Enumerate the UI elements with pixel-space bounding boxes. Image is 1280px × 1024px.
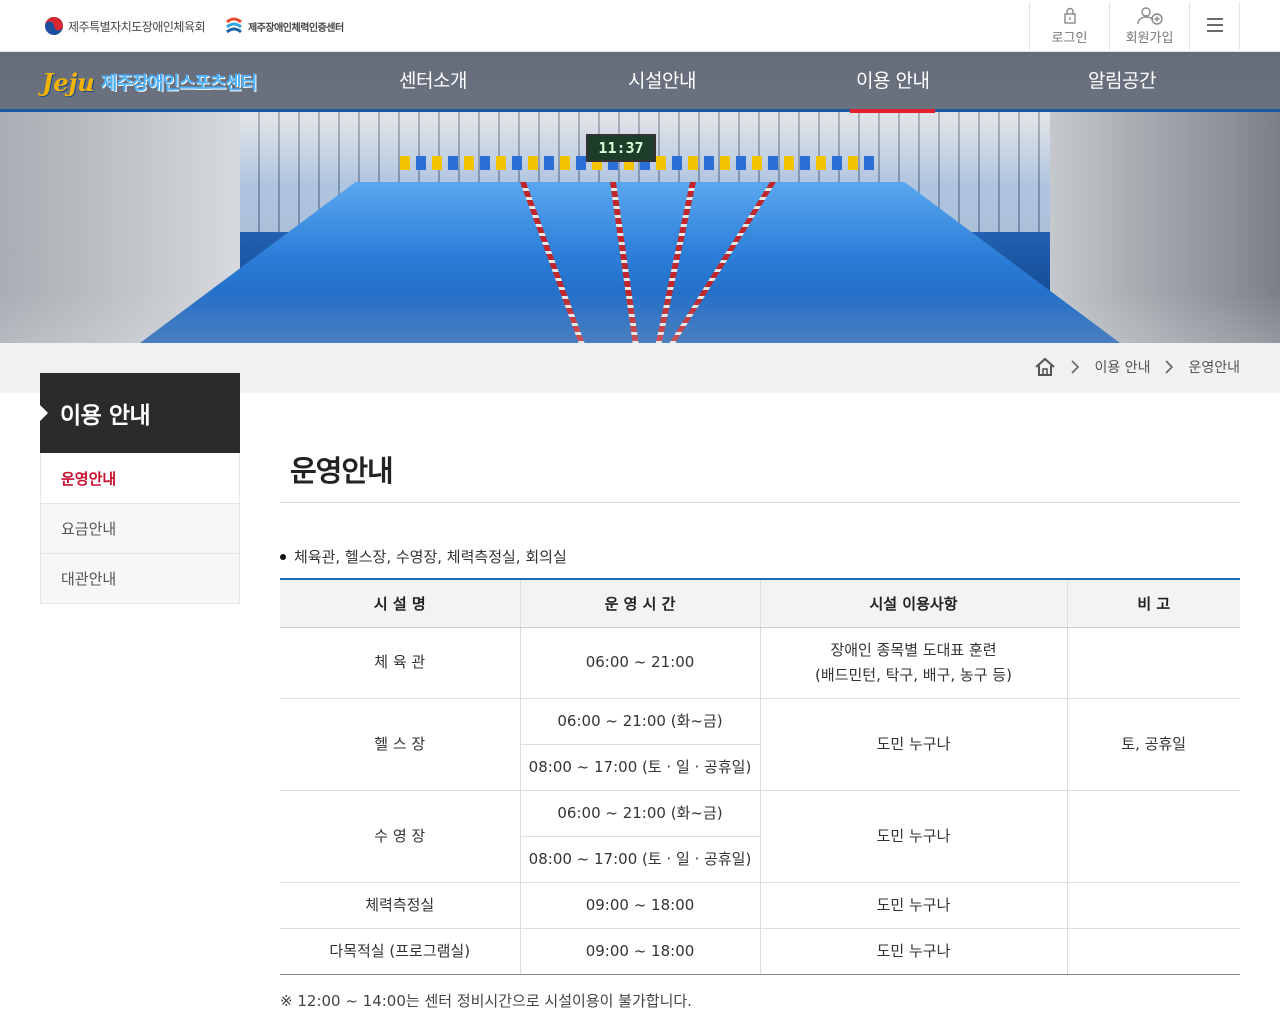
operating-hours: 06:00 ~ 21:00 (화~금) [519, 790, 760, 837]
nav-item-usage-guide[interactable]: 이용 안내 [849, 66, 936, 113]
title-divider [280, 502, 1240, 503]
site-logo[interactable]: Jeju 제주장애인스포츠센터 [42, 64, 258, 100]
org-name: 제주장애인체력인증센터 [248, 22, 344, 34]
maintenance-footnote: ※ 12:00 ~ 14:00는 센터 정비시간으로 시설이용이 불가합니다. [280, 992, 692, 1010]
operating-hours: 08:00 ~ 17:00 (토 · 일 · 공휴일) [519, 836, 760, 883]
table-row: 수 영 장 06:00 ~ 21:00 (화~금) 도민 누구나 [280, 790, 1240, 883]
breadcrumb: 이용 안내 운영안내 [1034, 357, 1240, 377]
usage-info: 장애인 종목별 도대표 훈련 (배드민턴, 탁구, 배구, 농구 등) [759, 627, 1067, 699]
column-header-note: 비 고 [1066, 579, 1240, 628]
note-cell [1066, 627, 1240, 699]
nav-item-center-intro[interactable]: 센터소개 [399, 66, 467, 93]
login-button[interactable]: 로그인 [1029, 2, 1109, 50]
table-row: 헬 스 장 06:00 ~ 21:00 (화~금) 도민 누구나 토, 공휴일 [280, 698, 1240, 791]
usage-info: 도민 누구나 [759, 882, 1067, 929]
usage-info: 도민 누구나 [759, 698, 1067, 791]
hero-pool-clock: 11:37 [586, 134, 656, 162]
join-button[interactable]: 회원가입 [1109, 2, 1189, 50]
column-header-hours: 운 영 시 간 [519, 579, 760, 628]
column-header-facility: 시 설 명 [280, 579, 520, 628]
usage-line: (배드민턴, 탁구, 배구, 농구 등) [815, 665, 1012, 684]
operating-hours: 06:00 ~ 21:00 (화~금) [519, 698, 760, 745]
column-header-usage: 시설 이용사항 [759, 579, 1067, 628]
home-icon[interactable] [1034, 357, 1056, 377]
bullet-icon [280, 553, 286, 560]
join-label: 회원가입 [1125, 31, 1174, 46]
org-link-sports-association[interactable]: 제주특별자치도장애인체육회 [44, 14, 206, 38]
note-cell [1066, 882, 1240, 929]
hamburger-menu-button[interactable] [1189, 2, 1240, 50]
org-name: 제주특별자치도장애인체육회 [68, 19, 206, 34]
user-add-icon [1136, 7, 1163, 25]
sidebar-menu: 운영안내 요금안내 대관안내 [40, 453, 240, 604]
table-row: 체 육 관 06:00 ~ 21:00 장애인 종목별 도대표 훈련 (배드민턴… [280, 627, 1240, 699]
page-title: 운영안내 [290, 454, 394, 488]
nav-item-facility[interactable]: 시설안내 [628, 66, 696, 93]
sidebar-title: 이용 안내 [40, 373, 240, 453]
sidebar-item-rental[interactable]: 대관안내 [41, 553, 239, 603]
fitness-center-logo-icon [226, 17, 242, 34]
facility-name: 헬 스 장 [280, 698, 520, 791]
login-label: 로그인 [1051, 31, 1088, 46]
lock-icon [1063, 7, 1076, 24]
operating-hours: 06:00 ~ 21:00 [519, 627, 760, 699]
usage-line: 장애인 종목별 도대표 훈련 [830, 640, 997, 659]
logo-text: 제주장애인스포츠센터 [100, 73, 258, 94]
logo-script: Jeju [42, 67, 95, 97]
operation-hours-table: 시 설 명 운 영 시 간 시설 이용사항 비 고 체 육 관 06:00 ~ … [280, 578, 1240, 975]
nav-item-notice[interactable]: 알림공간 [1088, 66, 1156, 93]
usage-info: 도민 누구나 [759, 790, 1067, 883]
usage-info: 도민 누구나 [759, 928, 1067, 975]
facility-list-text: 체육관, 헬스장, 수영장, 체력측정실, 회의실 [294, 548, 567, 566]
operating-hours: 08:00 ~ 17:00 (토 · 일 · 공휴일) [519, 744, 760, 791]
facility-name: 수 영 장 [280, 790, 520, 883]
note-cell [1066, 928, 1240, 975]
main-nav: Jeju 제주장애인스포츠센터 센터소개 시설안내 이용 안내 알림공간 [0, 52, 1280, 113]
hamburger-menu-icon [1206, 18, 1223, 32]
breadcrumb-current[interactable]: 운영안내 [1188, 357, 1240, 377]
top-utility-bar: 제주특별자치도장애인체육회 제주장애인체력인증센터 로그인 회원가입 [0, 0, 1280, 52]
operating-hours: 09:00 ~ 18:00 [519, 882, 760, 929]
chevron-right-icon [1071, 360, 1080, 374]
table-row: 다목적실 (프로그램실) 09:00 ~ 18:00 도민 누구나 [280, 928, 1240, 975]
facility-name: 체력측정실 [280, 882, 520, 929]
operating-hours: 09:00 ~ 18:00 [519, 928, 760, 975]
note-cell: 토, 공휴일 [1066, 698, 1240, 791]
note-cell [1066, 790, 1240, 883]
breadcrumb-item[interactable]: 이용 안내 [1094, 357, 1150, 377]
facility-name: 체 육 관 [280, 627, 520, 699]
table-row: 체력측정실 09:00 ~ 18:00 도민 누구나 [280, 882, 1240, 929]
sidebar-item-fees[interactable]: 요금안내 [41, 503, 239, 553]
org-link-fitness-center[interactable]: 제주장애인체력인증센터 [224, 14, 344, 38]
taegeuk-logo-icon [45, 17, 63, 35]
sidebar-item-operation[interactable]: 운영안내 [41, 453, 239, 503]
table-header-row: 시 설 명 운 영 시 간 시설 이용사항 비 고 [280, 579, 1240, 628]
hero-deck [0, 292, 1280, 343]
chevron-right-icon [1165, 360, 1174, 374]
facility-name: 다목적실 (프로그램실) [280, 928, 520, 975]
facility-list: 체육관, 헬스장, 수영장, 체력측정실, 회의실 [280, 546, 567, 567]
